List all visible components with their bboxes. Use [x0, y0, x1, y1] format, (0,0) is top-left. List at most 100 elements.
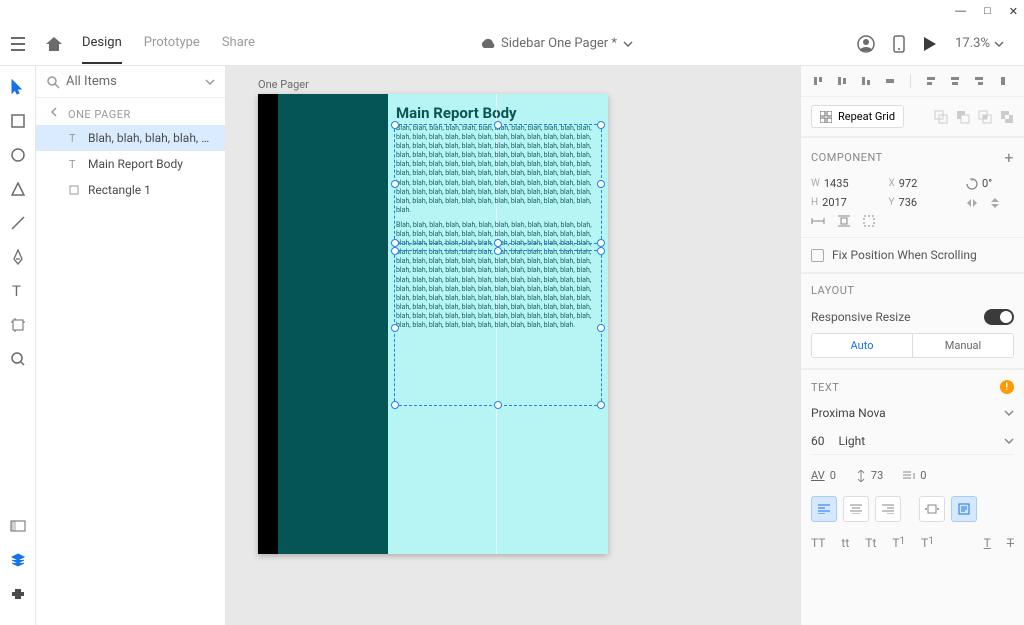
- area-mode-icon[interactable]: [863, 215, 875, 227]
- window-close-icon[interactable]: ✕: [1009, 5, 1018, 18]
- avatar-icon[interactable]: [857, 35, 875, 53]
- search-icon: [46, 75, 60, 89]
- canvas[interactable]: One Pager Main Report Body Blah, blah, b…: [226, 66, 800, 625]
- report-title: Main Report Body: [396, 104, 600, 122]
- layer-label: Main Report Body: [88, 157, 183, 171]
- sidebar-teal: [278, 94, 388, 554]
- font-family-select[interactable]: Proxima Nova: [811, 398, 1014, 428]
- align-left-icon[interactable]: [924, 74, 938, 88]
- superscript-button[interactable]: T1: [892, 536, 905, 550]
- underline-button[interactable]: T: [984, 536, 991, 550]
- artboard-tool-icon[interactable]: [9, 316, 27, 334]
- text-align-right-button[interactable]: [875, 496, 901, 522]
- text-tool-icon[interactable]: T: [9, 282, 27, 300]
- artboard-group-label: ONE PAGER: [68, 108, 131, 121]
- distribute-h-icon[interactable]: [996, 74, 1010, 88]
- artboard-group[interactable]: ONE PAGER: [36, 98, 225, 125]
- select-tool-icon[interactable]: [9, 78, 27, 96]
- home-icon[interactable]: [36, 36, 72, 52]
- para-spacing-field[interactable]: 0: [903, 469, 926, 482]
- tab-prototype[interactable]: Prototype: [144, 23, 200, 64]
- artboard[interactable]: Main Report Body Blah, blah, blah, blah,…: [258, 94, 608, 554]
- text-align-left-button[interactable]: [811, 496, 837, 522]
- component-section-title: COMPONENT +: [801, 137, 1024, 171]
- subtract-boolean-icon[interactable]: [956, 110, 970, 124]
- window-maximize-icon[interactable]: □: [984, 5, 991, 17]
- lowercase-button[interactable]: tt: [841, 536, 849, 550]
- tab-design[interactable]: Design: [82, 23, 122, 64]
- subscript-button[interactable]: T1: [921, 536, 934, 550]
- align-right-icon[interactable]: [972, 74, 986, 88]
- flip-v-icon[interactable]: [989, 197, 1001, 209]
- zoom-tool-icon[interactable]: [9, 350, 27, 368]
- cloud-icon: [479, 38, 495, 50]
- window-minimize-icon[interactable]: —: [955, 5, 966, 17]
- resize-auto[interactable]: Auto: [812, 334, 912, 357]
- layers-filter[interactable]: All Items: [36, 66, 225, 98]
- layer-item-text-2[interactable]: T Main Report Body: [36, 151, 225, 177]
- resize-manual[interactable]: Manual: [912, 334, 1013, 357]
- sidebar-black: [258, 94, 278, 554]
- add-boolean-icon[interactable]: [934, 110, 948, 124]
- x-field[interactable]: X972: [889, 177, 957, 190]
- font-family-value: Proxima Nova: [811, 406, 886, 420]
- mobile-preview-icon[interactable]: [893, 35, 905, 53]
- text-section-title: TEXT !: [801, 369, 1024, 398]
- align-bottom-icon[interactable]: [859, 74, 873, 88]
- distribute-v-icon[interactable]: [883, 74, 897, 88]
- svg-text:T: T: [12, 284, 21, 298]
- layers-panel-icon[interactable]: [9, 551, 27, 569]
- ellipse-tool-icon[interactable]: [9, 146, 27, 164]
- char-spacing-field[interactable]: AV0: [811, 469, 836, 482]
- line-tool-icon[interactable]: [9, 214, 27, 232]
- layer-label: Blah, blah, blah, blah, blah, blah,...: [88, 131, 215, 145]
- point-text-button[interactable]: [919, 496, 945, 522]
- polygon-tool-icon[interactable]: [9, 180, 27, 198]
- strikethrough-button[interactable]: T: [1007, 536, 1014, 550]
- height-field[interactable]: H2017: [811, 196, 879, 209]
- missing-font-warning-icon[interactable]: !: [1000, 380, 1014, 394]
- titlecase-button[interactable]: Tt: [865, 536, 876, 550]
- zoom-level[interactable]: 17.3%: [955, 36, 1004, 51]
- font-weight-select[interactable]: Light: [839, 434, 991, 448]
- rotation-field[interactable]: 0°: [966, 177, 1014, 190]
- plugins-panel-icon[interactable]: [9, 585, 27, 603]
- chevron-down-icon[interactable]: [623, 41, 633, 47]
- intersect-boolean-icon[interactable]: [978, 110, 992, 124]
- artboard-label[interactable]: One Pager: [258, 78, 309, 91]
- fix-position-row[interactable]: Fix Position When Scrolling: [801, 238, 1024, 273]
- document-title[interactable]: Sidebar One Pager *: [501, 36, 617, 51]
- font-size-field[interactable]: 60: [811, 434, 825, 448]
- exclude-boolean-icon[interactable]: [1000, 110, 1014, 124]
- text-layer-icon: T: [68, 158, 80, 170]
- width-field[interactable]: W1435: [811, 177, 879, 190]
- hamburger-menu-icon[interactable]: [0, 37, 36, 51]
- responsive-resize-toggle[interactable]: [984, 309, 1014, 325]
- y-field[interactable]: Y736: [889, 196, 957, 209]
- fix-position-label: Fix Position When Scrolling: [832, 248, 977, 262]
- layer-item-text-1[interactable]: T Blah, blah, blah, blah, blah, blah,...: [36, 125, 225, 151]
- resize-mode-segmented[interactable]: Auto Manual: [811, 333, 1014, 358]
- layers-filter-label: All Items: [66, 74, 199, 89]
- width-mode-icon[interactable]: [811, 216, 825, 226]
- repeat-grid-button[interactable]: Repeat Grid: [811, 105, 904, 128]
- flip-h-icon[interactable]: [966, 197, 978, 209]
- add-component-icon[interactable]: +: [1004, 148, 1014, 167]
- layers-panel: All Items ONE PAGER T Blah, blah, blah, …: [36, 66, 226, 625]
- align-hcenter-icon[interactable]: [948, 74, 962, 88]
- text-align-center-button[interactable]: [843, 496, 869, 522]
- pen-tool-icon[interactable]: [9, 248, 27, 266]
- align-top-icon[interactable]: [811, 74, 825, 88]
- tab-share[interactable]: Share: [222, 23, 255, 64]
- area-text-button[interactable]: [951, 496, 977, 522]
- line-spacing-field[interactable]: 73: [856, 469, 883, 482]
- report-body-panel: Main Report Body Blah, blah, blah, blah,…: [388, 94, 608, 554]
- rectangle-tool-icon[interactable]: [9, 112, 27, 130]
- assets-panel-icon[interactable]: [9, 517, 27, 535]
- play-icon[interactable]: [923, 36, 937, 52]
- checkbox-icon[interactable]: [811, 249, 824, 262]
- layer-item-rect[interactable]: Rectangle 1: [36, 177, 225, 203]
- align-vcenter-icon[interactable]: [835, 74, 849, 88]
- uppercase-button[interactable]: TT: [811, 536, 825, 550]
- height-mode-icon[interactable]: [837, 215, 851, 227]
